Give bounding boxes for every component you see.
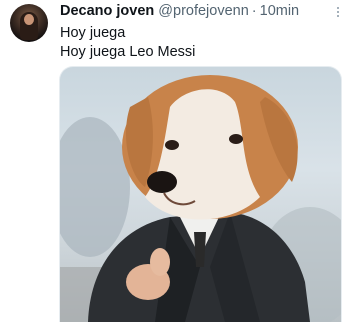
avatar-face	[24, 14, 34, 25]
puppy-in-suit-image	[60, 75, 341, 322]
timestamp[interactable]: 10min	[260, 3, 300, 19]
tweet-text-line-1: Hoy juega	[60, 25, 126, 41]
more-options-icon[interactable]	[332, 4, 344, 20]
author-name[interactable]: Decano joven	[60, 3, 154, 19]
avatar[interactable]	[10, 4, 48, 42]
author-handle[interactable]: @profejovenn	[158, 3, 249, 19]
tweet[interactable]: Decano joven @profejovenn · 10min Hoy ju…	[0, 0, 350, 322]
tweet-media-image[interactable]	[59, 66, 342, 322]
tweet-header: Decano joven @profejovenn · 10min	[60, 3, 340, 21]
header-separator: ·	[251, 3, 257, 19]
tweet-text-line-2: Hoy juega Leo Messi	[60, 44, 196, 60]
tweet-text: Hoy juega Hoy juega Leo Messi	[60, 24, 340, 62]
